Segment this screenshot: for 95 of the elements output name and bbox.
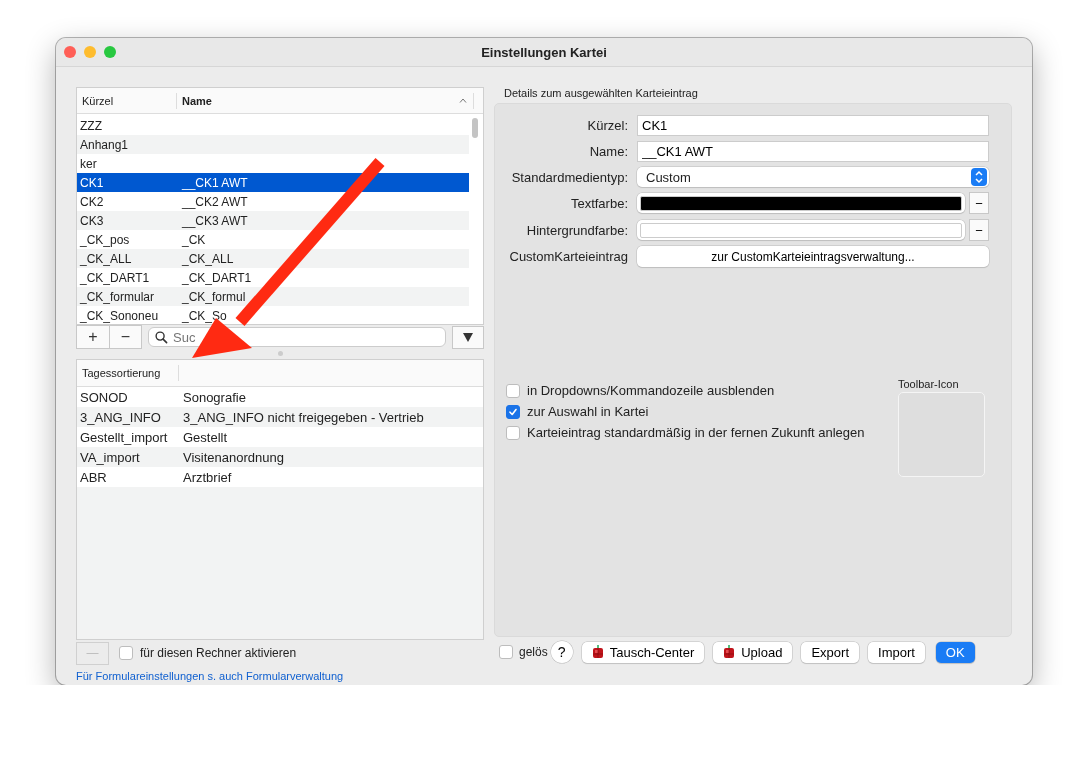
clear-button[interactable]: −	[969, 219, 989, 241]
table-cell: _CK_formular	[80, 289, 155, 304]
column-header[interactable]: Kürzel	[77, 92, 177, 109]
table-row[interactable]: SONOD Sonografie	[77, 387, 483, 407]
button[interactable]: Tausch-Center	[581, 641, 705, 663]
checkmark-icon	[508, 406, 518, 417]
field-label: CustomKarteieintrag	[508, 249, 628, 264]
zoom-button[interactable]	[104, 46, 116, 58]
table-row[interactable]: CK3 __CK3 AWT	[77, 211, 469, 230]
table-cell: _CK_DART1	[182, 270, 252, 285]
search-icon	[155, 331, 168, 344]
cube-icon	[723, 645, 736, 659]
table-cell: _CK	[182, 232, 206, 247]
toolbar-icon-label: Toolbar-Icon	[898, 378, 960, 390]
menu-button[interactable]	[452, 325, 484, 349]
checkbox-label: zur Auswahl in Kartei	[527, 404, 649, 419]
table-row[interactable]: _CK_pos _CK	[77, 230, 469, 249]
table-cell: _CK_pos	[80, 232, 130, 247]
add-button[interactable]: +	[77, 326, 109, 348]
minimize-button[interactable]	[84, 46, 96, 58]
table-cell: _CK_ALL	[182, 251, 234, 266]
table-cell: _CK_formul	[182, 289, 246, 304]
column-header[interactable]: Name	[177, 92, 474, 109]
table-row[interactable]: Gestellt_import Gestellt	[77, 427, 483, 447]
table-cell: CK3	[80, 213, 104, 228]
updown-arrows-icon	[971, 168, 987, 186]
table-row[interactable]: _CK_DART1 _CK_DART1	[77, 268, 469, 287]
checkbox-label: Karteieintrag standardmäßig in der fernen Zukunft anlegen	[527, 425, 865, 440]
help-button[interactable]: ?	[550, 641, 573, 663]
column-header[interactable]: Tagessortierung	[77, 365, 179, 381]
table-cell: VA_import	[80, 449, 140, 465]
table-cell: ABR	[80, 469, 107, 485]
group-title: Details zum ausgewählten Karteieintrag	[503, 87, 699, 101]
table-cell: CK1	[80, 175, 104, 190]
table-cell: Visitenanordnung	[183, 449, 284, 465]
field-label: Standardmedientyp:	[510, 169, 628, 185]
table-cell: _CK_DART1	[80, 270, 150, 285]
table-cell: Gestellt_import	[80, 429, 168, 445]
checkbox[interactable]	[119, 646, 133, 660]
remove-button[interactable]: −	[109, 326, 141, 348]
table-row[interactable]: _CK_ALL _CK_ALL	[77, 249, 469, 268]
text-field[interactable]: __CK1 AWT	[637, 141, 989, 162]
table-cell: _CK_ALL	[80, 251, 132, 266]
manage-button[interactable]: zur CustomKarteieintragsverwaltung...	[637, 246, 989, 267]
table-cell: SONOD	[80, 389, 128, 405]
table-row[interactable]: _CK_Sononeu _CK_So	[77, 306, 469, 324]
table-row[interactable]: ker	[77, 154, 469, 173]
checkbox[interactable]	[506, 425, 520, 440]
window-title: Einstellungen Kartei	[480, 44, 608, 60]
table-row[interactable]: ZZZ	[77, 116, 469, 135]
ok-button[interactable]: OK	[935, 641, 975, 663]
checkbox[interactable]	[506, 404, 520, 419]
checkbox-label: gelös	[519, 645, 548, 659]
table-cell: __CK3 AWT	[182, 213, 248, 228]
header-label: Tagessortierung	[82, 367, 161, 379]
header-label: Name	[182, 94, 212, 107]
field-label: Textfarbe:	[569, 195, 628, 211]
triangle-down-icon	[463, 332, 473, 342]
header-label: Kürzel	[82, 94, 114, 107]
table-cell: ker	[80, 156, 97, 171]
table-cell: 3_ANG_INFO	[80, 409, 161, 425]
table-cell: ZZZ	[80, 118, 102, 133]
table-cell: CK2	[80, 194, 104, 209]
link[interactable]: Für Formulareinstellungen s. auch Formularverwaltung	[76, 670, 484, 682]
button[interactable]: Upload	[713, 641, 793, 663]
scrollbar-thumb[interactable]	[472, 118, 478, 138]
table-row[interactable]: CK2 __CK2 AWT	[77, 192, 469, 211]
button[interactable]: Export	[801, 641, 859, 663]
checkbox-label: für diesen Rechner aktivieren	[140, 646, 297, 660]
field-label: Kürzel:	[586, 118, 628, 133]
table-cell: Anhang1	[80, 137, 129, 152]
field-label: Hintergrundfarbe:	[525, 222, 628, 238]
cube-icon	[591, 645, 604, 659]
table-cell: 3_ANG_INFO nicht freigegeben - Vertrieb	[183, 409, 424, 425]
table-row[interactable]: _CK_formular _CK_formul	[77, 287, 469, 306]
table-cell: __CK1 AWT	[182, 175, 248, 190]
table-cell: Sonografie	[183, 389, 246, 405]
table-row[interactable]: ABR Arztbrief	[77, 467, 483, 487]
table-row[interactable]: Anhang1	[77, 135, 469, 154]
close-button[interactable]	[64, 46, 76, 58]
split-handle[interactable]	[277, 351, 283, 356]
table-cell: Arztbrief	[183, 469, 232, 485]
table-cell: Gestellt	[183, 429, 228, 445]
text-field[interactable]: CK1	[637, 115, 989, 136]
table-cell: _CK_Sononeu	[80, 308, 159, 323]
checkbox[interactable]	[499, 645, 513, 659]
checkbox-label: in Dropdowns/Kommandozeile ausblenden	[527, 383, 775, 398]
button[interactable]: Import	[868, 641, 925, 663]
dropdown[interactable]: Custom	[637, 167, 989, 187]
field-label: Name:	[588, 144, 628, 159]
table-cell: __CK2 AWT	[182, 194, 248, 209]
clear-button[interactable]: −	[969, 192, 989, 214]
table-cell: _CK_So	[182, 308, 227, 323]
table-row[interactable]: CK1 __CK1 AWT	[77, 173, 469, 192]
checkbox[interactable]	[506, 383, 520, 398]
